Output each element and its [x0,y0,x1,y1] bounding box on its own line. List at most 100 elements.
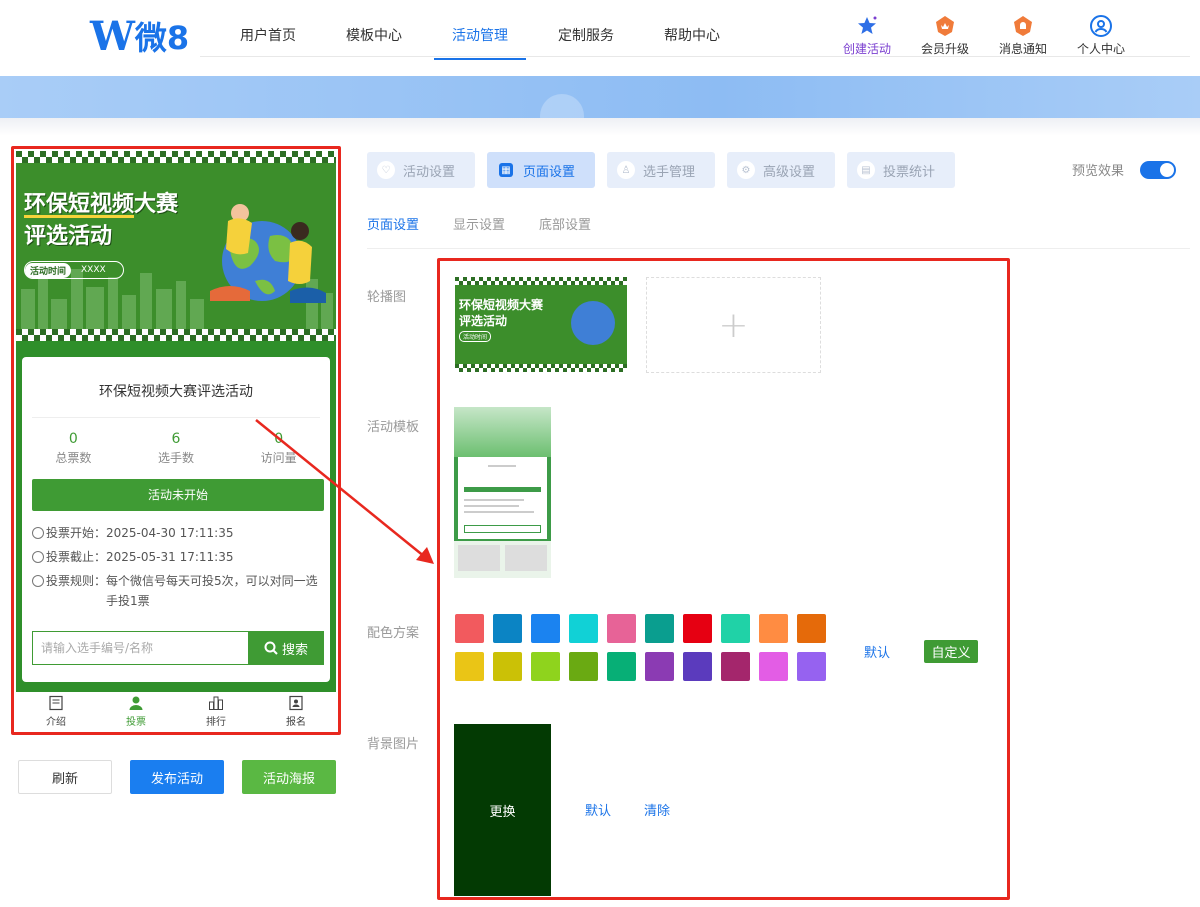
template-header-image [454,407,551,457]
user-icon: ♙ [617,161,635,179]
checker-bottom [455,364,627,372]
member-upgrade-label: 会员升级 [920,42,969,56]
color-swatch[interactable] [759,614,788,643]
carousel-thumb-time: 活动时间 [459,331,492,342]
action-buttons: 刷新 发布活动 活动海报 [18,760,354,794]
checker-bottom [16,329,336,341]
nav-item-activity[interactable]: 活动管理 [434,0,526,60]
color-swatch[interactable] [645,614,674,643]
background-default-button[interactable]: 默认 [585,800,611,819]
color-swatch[interactable] [531,614,560,643]
background-label: 背景图片 [367,737,420,752]
step-contestant-management[interactable]: ♙ 选手管理 [607,152,715,188]
create-activity-button[interactable]: 创建活动 [828,14,906,57]
add-carousel-button[interactable]: + [646,277,821,373]
nav-item-help[interactable]: 帮助中心 [664,0,720,60]
palette-custom-button[interactable]: 自定义 [924,640,978,663]
color-swatch[interactable] [797,614,826,643]
banner-decoration [540,94,584,118]
top-bar: W 微8 用户首页 模板中心 活动管理 定制服务 帮助中心 创建活动 会员升级 … [0,0,1200,76]
member-upgrade-button[interactable]: 会员升级 [906,14,984,57]
poster-time: 活动时间 XXXX [24,261,124,279]
nav-item-home[interactable]: 用户首页 [240,0,296,60]
notifications-button[interactable]: 消息通知 [984,14,1062,57]
vote-rule-value: 每个微信号每天可投5次，可以对同一选手投1票 [106,574,318,608]
color-swatch[interactable] [493,614,522,643]
template-tile [458,545,500,571]
clock-icon [32,551,44,563]
carousel-image[interactable]: 环保短视频大赛 评选活动 活动时间 [455,277,627,372]
background-replace-label: 更换 [489,804,516,820]
vote-start-row: 投票开始： 2025-04-30 17:11:35 [32,523,324,543]
intro-icon [49,695,63,710]
color-swatch[interactable] [721,614,750,643]
poster-banner: 环保短视频大赛 评选活动 活动时间 XXXX [16,151,336,341]
background-clear-button[interactable]: 清除 [644,800,670,819]
background-replace-button[interactable]: 更换 [454,724,551,896]
subtab-display-settings[interactable]: 显示设置 [453,214,505,236]
phone-preview: 环保短视频大赛 评选活动 活动时间 XXXX 环保短视频大赛评选活动 0 总票数… [16,151,336,730]
app-root: W 微8 用户首页 模板中心 活动管理 定制服务 帮助中心 创建活动 会员升级 … [0,0,1200,907]
stat-label: 选手数 [158,451,195,465]
refresh-button[interactable]: 刷新 [18,760,112,794]
main-nav: 用户首页 模板中心 活动管理 定制服务 帮助中心 [240,0,770,60]
color-swatch[interactable] [645,652,674,681]
color-swatch[interactable] [455,652,484,681]
step-vote-statistics[interactable]: ▤ 投票统计 [847,152,955,188]
tab-signup[interactable]: 报名 [256,692,336,730]
step-label: 选手管理 [643,164,696,180]
logo[interactable]: W 微8 [90,13,189,60]
card-divider [32,417,320,418]
color-swatch[interactable] [569,652,598,681]
top-right-actions: 创建活动 会员升级 消息通知 个人中心 [828,14,1140,57]
poster-title-underline [24,215,134,218]
header-banner [0,76,1200,118]
step-page-settings[interactable]: ▦ 页面设置 [487,152,595,188]
carousel-label: 轮播图 [367,290,407,305]
color-swatch[interactable] [683,614,712,643]
preview-toggle-row: 预览效果 [1072,160,1177,179]
earth-graphic [571,301,615,345]
step-advanced-settings[interactable]: ⚙ 高级设置 [727,152,835,188]
step-label: 页面设置 [523,164,576,180]
search-button[interactable]: 搜索 [248,631,324,665]
settings-icon: ⚙ [737,161,755,179]
color-swatch[interactable] [493,652,522,681]
info-icon [32,575,44,587]
search-input[interactable] [32,631,248,665]
stat-value: 0 [274,431,284,447]
color-swatch[interactable] [759,652,788,681]
nav-item-templates[interactable]: 模板中心 [346,0,402,60]
account-button[interactable]: 个人中心 [1062,14,1140,57]
subtab-footer-settings[interactable]: 底部设置 [539,214,591,236]
poster-button[interactable]: 活动海报 [242,760,336,794]
stats-row: 0 总票数 6 选手数 0 访问量 [22,431,330,466]
color-swatch[interactable] [455,614,484,643]
stat-contestants: 6 选手数 [125,431,228,466]
poster-time-tag: 活动时间 [25,262,72,278]
palette-default-button[interactable]: 默认 [864,642,890,661]
contestant-search: 搜索 [32,631,324,665]
color-palette [455,614,835,690]
step-activity-settings[interactable]: ♡ 活动设置 [367,152,475,188]
color-swatch[interactable] [721,652,750,681]
carousel-thumb-title: 环保短视频大赛 评选活动 [459,297,543,329]
color-swatch[interactable] [797,652,826,681]
subtab-page-settings[interactable]: 页面设置 [367,214,419,236]
color-swatch[interactable] [683,652,712,681]
tab-label: 报名 [286,716,306,728]
color-swatch[interactable] [569,614,598,643]
tab-rank[interactable]: 排行 [176,692,256,730]
activity-status-button[interactable]: 活动未开始 [32,479,324,511]
tab-vote[interactable]: 投票 [96,692,176,730]
search-button-label: 搜索 [281,642,308,658]
preview-toggle-switch[interactable] [1140,160,1177,179]
color-swatch[interactable] [607,614,636,643]
tab-intro[interactable]: 介绍 [16,692,96,730]
color-swatch[interactable] [607,652,636,681]
template-thumbnail[interactable] [454,407,551,578]
bell-icon [1014,16,1032,36]
color-swatch[interactable] [531,652,560,681]
publish-button[interactable]: 发布活动 [130,760,224,794]
nav-item-custom[interactable]: 定制服务 [558,0,614,60]
